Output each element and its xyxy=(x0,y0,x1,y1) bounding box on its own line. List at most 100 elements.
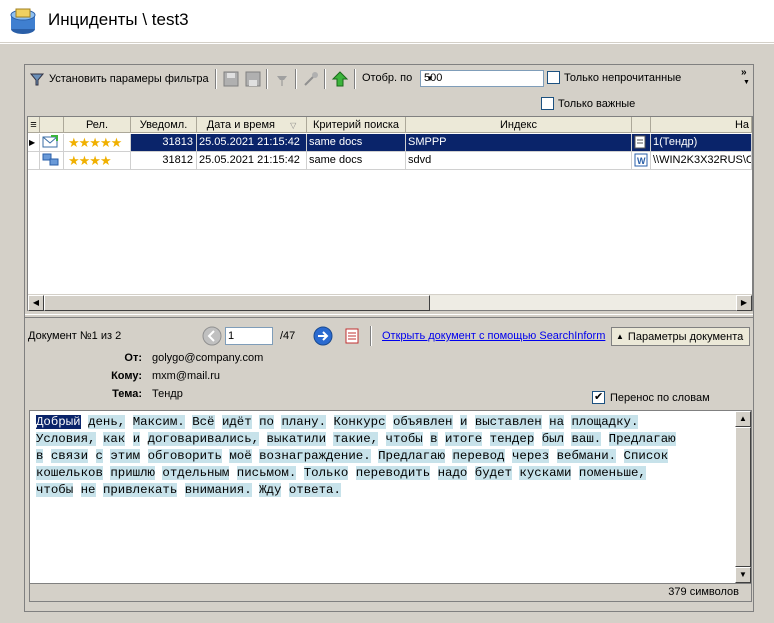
notify-cell: 31813 xyxy=(131,134,197,152)
table-row[interactable]: ★★★★ 31812 25.05.2021 21:15:42 same docs… xyxy=(28,152,752,170)
highlighted-word: идёт xyxy=(221,415,252,429)
scroll-right-icon[interactable]: ▶ xyxy=(736,295,752,311)
incidents-table: ≡ Рел. Уведомл. Дата и время ▽ Критерий … xyxy=(27,116,753,311)
name-cell: 1(Тендр) xyxy=(651,134,752,152)
scroll-down-icon[interactable]: ▼ xyxy=(735,567,751,583)
column-header-datetime[interactable]: Дата и время ▽ xyxy=(197,117,307,133)
chevron-up-icon: ▲ xyxy=(616,332,624,341)
highlighted-word: не xyxy=(80,483,96,497)
highlighted-word: выкатили xyxy=(266,432,327,446)
index-cell: sdvd xyxy=(406,152,632,170)
column-header-datetime-label: Дата и время xyxy=(206,119,275,131)
highlighted-word: Максим. xyxy=(132,415,185,429)
document-body[interactable]: Добрый день, Максим. Всё идёт по плану. … xyxy=(29,410,752,602)
export-icon[interactable] xyxy=(343,327,361,345)
page-title: Инциденты \ test3 xyxy=(48,10,189,29)
highlighted-word: отдельным xyxy=(162,466,230,480)
relevance-stars: ★★★★ xyxy=(64,152,131,170)
highlighted-word: связи xyxy=(50,449,89,463)
body-vertical-scrollbar[interactable]: ▲ ▼ xyxy=(735,411,751,583)
highlighted-word: ответа. xyxy=(288,483,341,497)
chevron-down-icon: ▼ xyxy=(426,74,434,83)
highlighted-word: моё xyxy=(229,449,252,463)
scroll-up-icon[interactable]: ▲ xyxy=(735,411,751,427)
svg-text:W: W xyxy=(637,156,646,166)
highlighted-word: обговорить xyxy=(147,449,222,463)
page-number-input[interactable]: 1 xyxy=(225,327,273,345)
highlighted-word: будет xyxy=(474,466,512,480)
text-line: Добрый день, Максим. Всё идёт по плану. … xyxy=(36,414,736,431)
column-header-index[interactable]: Индекс xyxy=(406,117,632,133)
save-as-icon[interactable] xyxy=(244,70,262,88)
relevance-stars: ★★★★★ xyxy=(64,134,131,152)
unread-only-label: Только непрочитанные xyxy=(564,72,682,84)
tools-icon[interactable] xyxy=(302,70,320,88)
arrow-up-icon[interactable] xyxy=(331,70,349,88)
scroll-left-icon[interactable]: ◀ xyxy=(28,295,44,311)
table-horizontal-scrollbar[interactable]: ◀ ▶ xyxy=(28,294,752,311)
criteria-cell: same docs xyxy=(307,134,406,152)
from-value: golygo@company.com xyxy=(152,352,264,364)
column-chooser-icon[interactable]: ≡ xyxy=(28,117,40,133)
pin-icon[interactable] xyxy=(273,70,291,88)
word-wrap-checkbox[interactable] xyxy=(592,390,605,404)
scroll-thumb[interactable] xyxy=(735,427,751,567)
row-indicator-icon: ▶ xyxy=(28,134,40,152)
highlighted-word: привлекать xyxy=(102,483,178,497)
text-line: чтобы не привлекать внимания. Жду ответа… xyxy=(36,482,736,499)
display-count-select[interactable]: 500 ▼ xyxy=(420,70,544,87)
chevron-down-icon[interactable]: ▼ xyxy=(743,79,750,86)
status-bar: 379 символов xyxy=(30,583,751,601)
sort-desc-icon: ▽ xyxy=(290,121,297,130)
column-header-name[interactable]: На xyxy=(651,117,752,133)
database-icon xyxy=(10,8,36,34)
column-header-icon[interactable] xyxy=(40,117,64,133)
set-filter-button[interactable]: Установить парамеры фильтра xyxy=(29,69,209,89)
next-page-icon[interactable] xyxy=(313,326,333,346)
highlighted-word: Список xyxy=(623,449,669,463)
splitter[interactable] xyxy=(25,314,753,318)
column-header-rel[interactable]: Рел. xyxy=(64,117,131,133)
text-line: в связи с этим обговорить моё вознагражд… xyxy=(36,448,736,465)
highlighted-word: плану. xyxy=(281,415,327,429)
highlighted-word: Конкурс xyxy=(333,415,386,429)
network-icon xyxy=(40,152,64,170)
save-filter-icon[interactable] xyxy=(222,70,240,88)
highlighted-word: день, xyxy=(88,415,126,429)
scroll-thumb[interactable] xyxy=(44,295,430,311)
highlighted-word: перевод xyxy=(452,449,505,463)
document-icon xyxy=(632,134,651,152)
highlighted-word: Жду xyxy=(259,483,282,497)
important-only-checkbox[interactable] xyxy=(541,97,554,110)
char-count: 379 символов xyxy=(668,586,739,598)
subject-value: Тендр xyxy=(152,388,183,400)
column-header-notify[interactable]: Уведомл. xyxy=(131,117,197,133)
text-line: Условия, как и договаривались, выкатили … xyxy=(36,431,736,448)
table-row[interactable]: ▶ ★★★★★ 31813 25.05.2021 21:15:42 same d… xyxy=(28,134,752,152)
highlighted-word: с xyxy=(95,449,103,463)
highlighted-word: на xyxy=(549,415,565,429)
subject-label: Тема: xyxy=(112,388,142,400)
highlighted-word: вебмани. xyxy=(556,449,617,463)
highlighted-word: поменьше, xyxy=(578,466,646,480)
highlighted-word: Условия, xyxy=(36,432,96,446)
overflow-icon[interactable]: » xyxy=(741,67,747,78)
column-header-type[interactable] xyxy=(632,117,651,133)
important-only-label: Только важные xyxy=(558,98,636,110)
toolbar-divider xyxy=(295,69,297,89)
previous-page-icon[interactable] xyxy=(202,326,222,346)
from-label: От: xyxy=(124,352,142,364)
open-in-searchinform-link[interactable]: Открыть документ с помощью SearchInform xyxy=(382,330,605,342)
page-total: /47 xyxy=(280,330,296,342)
highlighted-word: Предлагаю xyxy=(608,432,676,446)
document-params-button[interactable]: ▲ Параметры документа xyxy=(611,327,750,346)
set-filter-label: Установить парамеры фильтра xyxy=(49,73,209,85)
highlighted-word: пришлю xyxy=(110,466,155,480)
document-params-label: Параметры документа xyxy=(627,330,744,343)
highlighted-word: внимания. xyxy=(184,483,252,497)
column-header-criteria[interactable]: Критерий поиска xyxy=(307,117,406,133)
filter-icon xyxy=(29,73,45,86)
highlighted-word: кусками xyxy=(519,466,572,480)
toolbar-divider xyxy=(324,69,326,89)
unread-only-checkbox[interactable] xyxy=(547,71,560,84)
